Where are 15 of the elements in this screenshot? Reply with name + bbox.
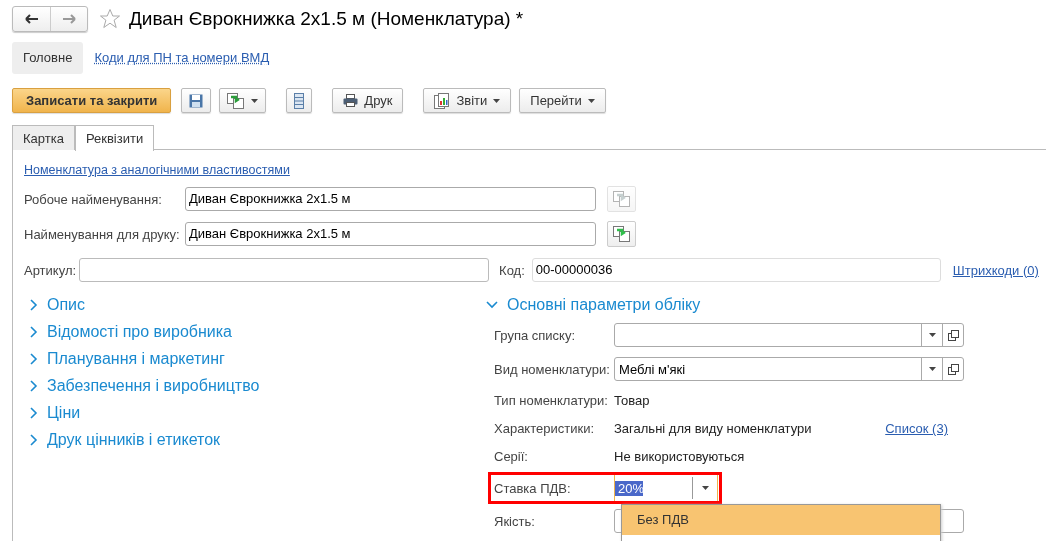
field-label: Артикул:	[24, 262, 77, 278]
field-label: Найменування для друку:	[24, 226, 181, 242]
field-value: Загальні для виду номенклатури	[614, 420, 812, 436]
field-label: Код:	[499, 262, 525, 278]
field-label: Характеристики:	[494, 420, 595, 436]
field-label: Тип номенклатури:	[494, 392, 609, 408]
field-label: Якість:	[494, 513, 536, 529]
field-label: Серії:	[494, 448, 529, 464]
field-label: Вид номенклатури:	[494, 361, 611, 377]
field-label: Група списку:	[494, 327, 577, 343]
window-title: Диван Єврокнижка 2x1.5 м (Номенклатура) *	[129, 8, 524, 30]
field-value: Товар	[614, 392, 650, 408]
field-value: Не використовуються	[614, 448, 745, 464]
field-label: Робоче найменування:	[24, 191, 163, 207]
field-label: Ставка ПДВ:	[494, 480, 572, 496]
